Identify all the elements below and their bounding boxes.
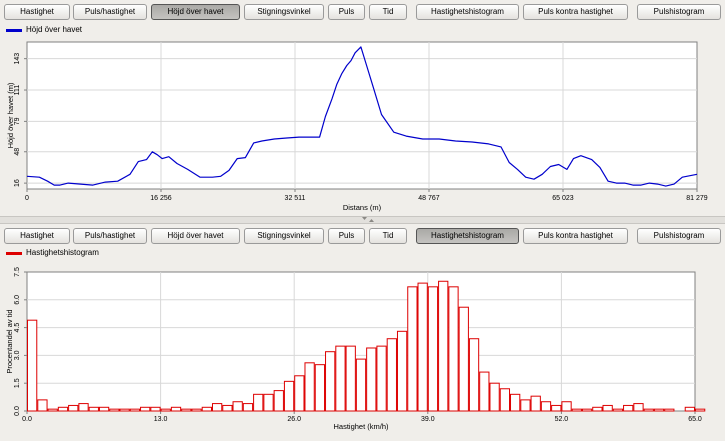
histogram-bar — [78, 403, 89, 412]
histogram-bar — [27, 319, 38, 412]
histogram-bar — [458, 306, 469, 412]
plot-area — [26, 41, 698, 190]
top-chart-panel: Hastighet Puls/hastighet Höjd över havet… — [0, 0, 725, 216]
histogram-bar — [427, 286, 439, 412]
histogram-bar — [653, 408, 665, 412]
x-tick-label: 0 — [25, 195, 29, 202]
x-tick-label: 16 256 — [150, 195, 172, 202]
histogram-bar — [664, 408, 675, 412]
y-tick-label: 3.0 — [14, 350, 21, 360]
histogram-bar — [191, 408, 202, 412]
histogram-bar — [263, 393, 274, 412]
x-tick-label: 81 279 — [686, 195, 708, 202]
histogram-bar — [47, 408, 58, 412]
histogram-bar — [695, 408, 706, 412]
y-tick-label: 143 — [14, 53, 21, 65]
histogram-bar — [294, 375, 305, 412]
histogram-bar — [355, 358, 367, 412]
x-tick-label: 13.0 — [154, 416, 168, 423]
y-tick-label: 4.5 — [14, 323, 21, 333]
histogram-bar — [489, 382, 500, 412]
histogram-bar — [283, 380, 295, 412]
histogram-bar — [520, 399, 531, 412]
histogram-bar — [551, 404, 562, 412]
splitter-grip-icon — [362, 217, 374, 222]
histogram-bar — [561, 401, 572, 412]
histogram-bar — [602, 404, 613, 412]
histogram-bar — [623, 404, 634, 412]
histogram-bar — [37, 399, 48, 412]
histogram-bar — [468, 338, 480, 412]
x-tick-label: 52.0 — [555, 416, 569, 423]
histogram-bar — [438, 280, 449, 412]
x-axis-label: Hastighet (km/h) — [333, 422, 389, 431]
histogram-bar — [643, 408, 654, 412]
y-tick-label: 7.5 — [14, 267, 21, 277]
histogram-bar — [345, 345, 356, 412]
histogram-bar — [170, 406, 182, 412]
x-tick-label: 32 511 — [285, 195, 306, 202]
histogram-bar — [499, 388, 511, 412]
histogram-bar — [325, 351, 336, 412]
histogram-bar — [376, 345, 387, 412]
histogram-bar — [129, 408, 141, 412]
histogram-bar — [407, 286, 418, 412]
histogram-bar — [109, 408, 120, 412]
histogram-bar — [540, 401, 552, 412]
histogram-bar — [417, 282, 428, 412]
histogram-bar — [150, 406, 161, 412]
histogram-bar — [479, 371, 490, 412]
x-tick-label: 65.0 — [688, 416, 702, 423]
y-tick-label: 0.0 — [14, 406, 21, 416]
histogram-bar — [612, 408, 624, 412]
histogram-bar — [253, 393, 264, 412]
histogram-bar — [684, 406, 696, 412]
histogram-bar — [160, 408, 171, 412]
histogram-bar — [530, 395, 541, 412]
histogram-bar — [181, 408, 192, 412]
x-tick-label: 65 023 — [552, 195, 574, 202]
histogram-bar — [140, 406, 151, 412]
histogram-bar — [581, 408, 593, 412]
histogram-bar — [386, 338, 397, 412]
histogram-bar — [98, 406, 110, 412]
y-tick-label: 16 — [14, 179, 21, 187]
histogram-bar — [68, 404, 79, 412]
histogram-bar — [57, 406, 69, 412]
histogram-bar — [211, 403, 223, 412]
histogram-bar — [119, 408, 130, 412]
x-axis-label: Distans (m) — [343, 203, 382, 212]
x-tick-label: 26.0 — [287, 416, 301, 423]
histogram-bar — [366, 347, 377, 412]
y-axis-label: Procentandel av tid — [5, 309, 14, 373]
histogram-bar — [571, 408, 582, 412]
histogram-bar — [592, 406, 603, 412]
y-axis-label: Höjd över havet (m) — [6, 82, 15, 148]
histogram-bar — [273, 390, 284, 412]
histogram-bar — [633, 403, 644, 412]
bottom-chart-panel: Hastighet Puls/hastighet Höjd över havet… — [0, 224, 725, 441]
histogram-bar — [510, 393, 521, 412]
elevation-chart: 0 16 256 32 511 48 767 65 023 81 279164879111… — [6, 41, 708, 212]
y-tick-label: 6.0 — [14, 295, 21, 305]
x-tick-label: 48 767 — [418, 195, 440, 202]
histogram-bar — [242, 403, 254, 412]
histogram-bar — [448, 286, 459, 412]
histogram-bar — [222, 404, 233, 412]
speed-histogram-chart: 0.0 13.0 26.0 39.0 52.0 65.0 0.0 1.5 3.0 4.5 6.0 7.… — [5, 267, 706, 431]
y-tick-label: 1.5 — [14, 378, 21, 388]
histogram-bar — [232, 401, 243, 412]
histogram-bar — [396, 330, 408, 412]
histogram-bar — [88, 406, 99, 412]
histogram-bar — [201, 406, 212, 412]
panel-splitter[interactable] — [0, 216, 725, 224]
x-tick-label: 39.0 — [421, 416, 435, 423]
x-tick-label: 0.0 — [22, 416, 32, 423]
histogram-bar — [314, 364, 326, 412]
histogram-bar — [304, 362, 315, 412]
histogram-bar — [335, 345, 346, 412]
